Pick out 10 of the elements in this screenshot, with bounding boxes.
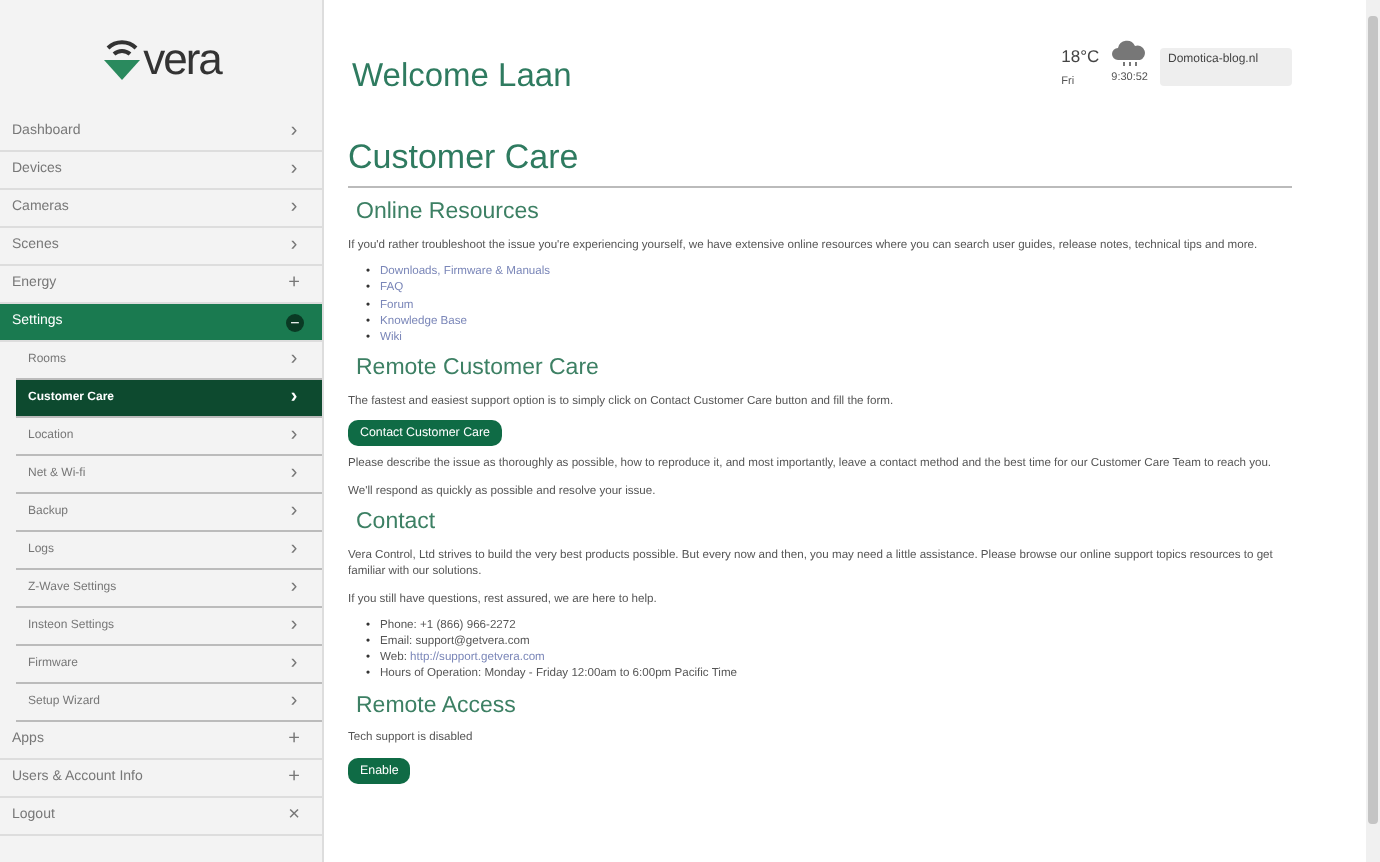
section-heading: Remote Customer Care [356, 355, 601, 384]
vera-logo: vera [101, 35, 221, 79]
cloud-rain-icon [1112, 40, 1147, 68]
welcome-heading: Welcome Laan [352, 56, 572, 98]
section-heading: Online Resources [356, 200, 541, 228]
section-heading: Remote Access [356, 693, 518, 721]
page-title: Customer Care [348, 137, 581, 180]
scrollbar-thumb[interactable] [1368, 16, 1378, 824]
temperature: 18°C [1061, 44, 1100, 70]
section-heading: Contact [356, 510, 438, 538]
